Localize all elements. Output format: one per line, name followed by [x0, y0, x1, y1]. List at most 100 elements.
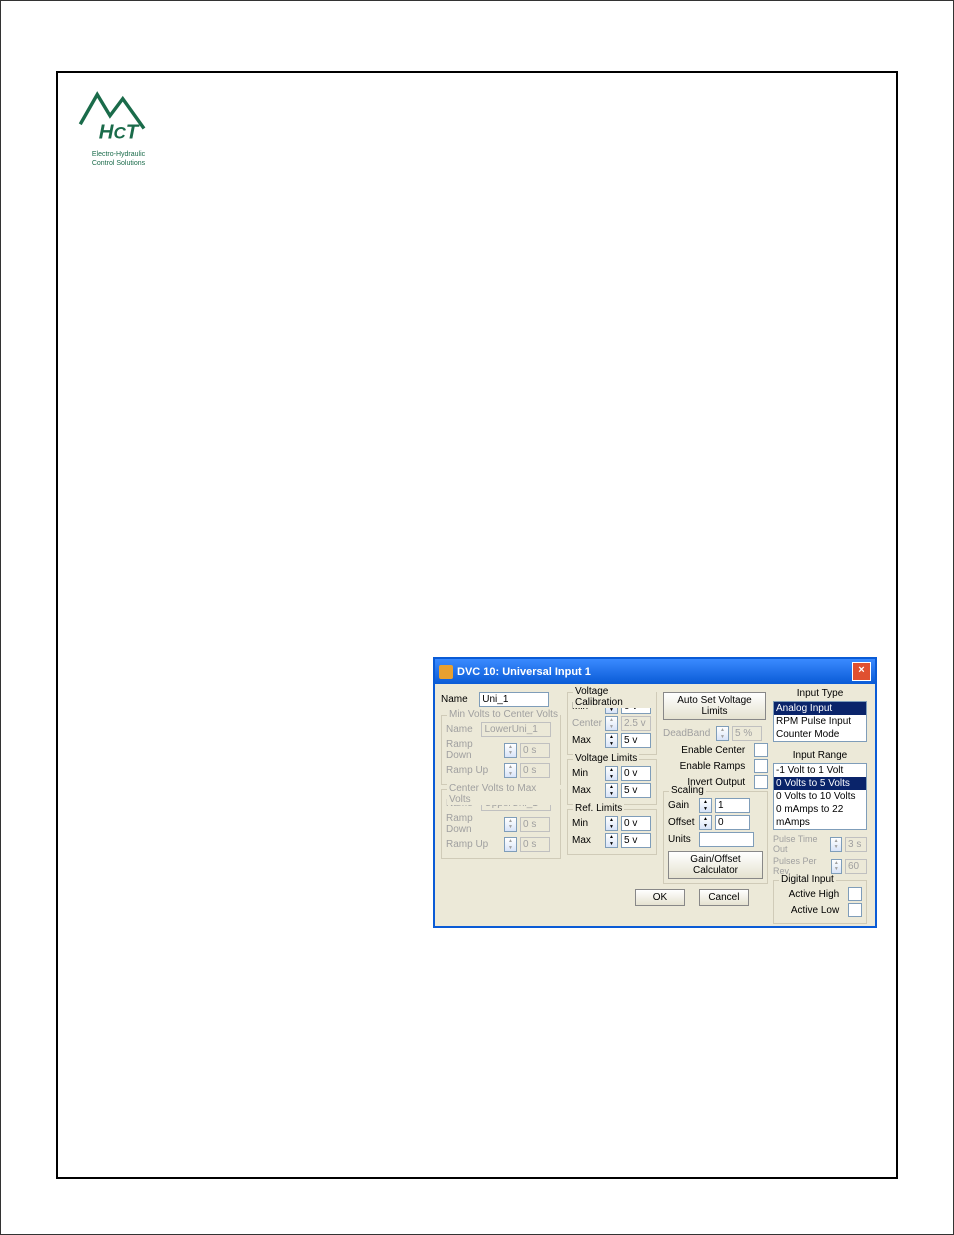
- spinner-icon: ▲▼: [830, 837, 842, 852]
- units-input[interactable]: [699, 832, 754, 847]
- voltage-calibration-group: Voltage Calibration Min▲▼ Center▲▼ Max▲▼: [567, 692, 657, 755]
- spinner-icon[interactable]: ▲▼: [605, 783, 618, 798]
- gain-input[interactable]: [715, 798, 750, 813]
- voltage-limits-group: Voltage Limits Min▲▼ Max▲▼: [567, 759, 657, 805]
- enable-ramps-checkbox[interactable]: [754, 759, 768, 773]
- vcal-center-input: [621, 716, 651, 731]
- vlim-min-label: Min: [572, 768, 602, 779]
- spinner-icon[interactable]: ▲▼: [605, 766, 618, 781]
- input-range-listbox[interactable]: -1 Volt to 1 Volt 0 Volts to 5 Volts 0 V…: [773, 763, 867, 830]
- universal-input-dialog: DVC 10: Universal Input 1 × Name Min Vol…: [433, 657, 877, 928]
- mc-name-label: Name: [446, 724, 473, 735]
- pulses-rev-input: [845, 859, 867, 874]
- input-range-item-0[interactable]: -1 Volt to 1 Volt: [774, 764, 866, 777]
- rlim-min-label: Min: [572, 818, 602, 829]
- name-input[interactable]: [479, 692, 549, 707]
- spinner-icon: ▲▼: [831, 859, 842, 874]
- active-high-label: Active High: [789, 889, 840, 900]
- pulse-timeout-input: [845, 837, 867, 852]
- mc-rampdown-input: [520, 743, 550, 758]
- units-label: Units: [668, 834, 696, 845]
- logo-tagline-2: Control Solutions: [76, 160, 161, 168]
- input-range-header: Input Range: [773, 750, 867, 761]
- active-low-label: Active Low: [791, 905, 839, 916]
- enable-ramps-label: Enable Ramps: [680, 761, 746, 772]
- active-low-checkbox[interactable]: [848, 903, 862, 917]
- spinner-icon[interactable]: ▲▼: [699, 815, 712, 830]
- vcal-max-input[interactable]: [621, 733, 651, 748]
- logo-tagline-1: Electro-Hydraulic: [76, 151, 161, 159]
- rlim-min-input[interactable]: [621, 816, 651, 831]
- vcal-center-label: Center: [572, 718, 602, 729]
- vlim-max-input[interactable]: [621, 783, 651, 798]
- min-center-legend: Min Volts to Center Volts: [447, 709, 560, 720]
- mc-rampup-label: Ramp Up: [446, 765, 501, 776]
- gain-offset-calc-button[interactable]: Gain/Offset Calculator: [668, 851, 763, 879]
- spinner-icon: ▲▼: [504, 763, 517, 778]
- spinner-icon[interactable]: ▲▼: [605, 816, 618, 831]
- pulses-rev-label: Pulses Per Rev.: [773, 856, 828, 876]
- scaling-legend: Scaling: [669, 785, 706, 796]
- scaling-group: Scaling Gain▲▼ Offset▲▼ Units Gain/Offse…: [663, 791, 768, 884]
- spinner-icon[interactable]: ▲▼: [699, 798, 712, 813]
- input-type-item-rpm[interactable]: RPM Pulse Input: [774, 715, 866, 728]
- ok-button[interactable]: OK: [635, 889, 685, 906]
- mc-rampdown-label: Ramp Down: [446, 739, 501, 761]
- spinner-icon[interactable]: ▲▼: [605, 833, 618, 848]
- cm-rampdown-input: [520, 817, 550, 832]
- page-border: [56, 71, 898, 1179]
- enable-center-checkbox[interactable]: [754, 743, 768, 757]
- close-button[interactable]: ×: [852, 662, 871, 681]
- input-range-item-2[interactable]: 0 Volts to 10 Volts: [774, 790, 866, 803]
- mc-name-input: [481, 722, 551, 737]
- hct-logo: HCT Electro-Hydraulic Control Solutions: [76, 86, 161, 168]
- cancel-button[interactable]: Cancel: [699, 889, 749, 906]
- dialog-titlebar[interactable]: DVC 10: Universal Input 1 ×: [435, 659, 875, 684]
- name-label: Name: [441, 694, 468, 705]
- mc-rampup-input: [520, 763, 550, 778]
- enable-center-label: Enable Center: [681, 745, 745, 756]
- rlim-max-label: Max: [572, 835, 602, 846]
- pulse-timeout-label: Pulse Time Out: [773, 834, 827, 854]
- auto-set-button[interactable]: Auto Set Voltage Limits: [663, 692, 766, 720]
- min-center-group: Min Volts to Center Volts Name Ramp Down…: [441, 715, 561, 785]
- cm-rampup-label: Ramp Up: [446, 839, 501, 850]
- ref-limits-group: Ref. Limits Min▲▼ Max▲▼: [567, 809, 657, 855]
- vlim-min-input[interactable]: [621, 766, 651, 781]
- vlim-max-label: Max: [572, 785, 602, 796]
- dialog-title: DVC 10: Universal Input 1: [457, 665, 591, 677]
- document-page: HCT Electro-Hydraulic Control Solutions …: [0, 0, 954, 1235]
- spinner-icon[interactable]: ▲▼: [605, 733, 618, 748]
- input-type-header: Input Type: [773, 688, 867, 699]
- invert-output-checkbox[interactable]: [754, 775, 768, 789]
- input-range-item-1[interactable]: 0 Volts to 5 Volts: [774, 777, 866, 790]
- rlim-max-input[interactable]: [621, 833, 651, 848]
- dialog-body: Name Min Volts to Center Volts Name Ramp…: [435, 684, 875, 926]
- input-range-item-3[interactable]: 0 mAmps to 22 mAmps: [774, 803, 866, 829]
- deadband-input: [732, 726, 762, 741]
- offset-input[interactable]: [715, 815, 750, 830]
- vcal-legend: Voltage Calibration: [573, 686, 656, 708]
- svg-text:HCT: HCT: [99, 122, 140, 144]
- center-max-legend: Center Volts to Max Volts: [447, 783, 560, 805]
- offset-label: Offset: [668, 817, 696, 828]
- deadband-label: DeadBand: [663, 728, 713, 739]
- spinner-icon: ▲▼: [504, 817, 517, 832]
- input-type-listbox[interactable]: Analog Input RPM Pulse Input Counter Mod…: [773, 701, 867, 742]
- input-type-item-analog[interactable]: Analog Input: [774, 702, 866, 715]
- spinner-icon: ▲▼: [716, 726, 729, 741]
- cm-rampup-input: [520, 837, 550, 852]
- spinner-icon: ▲▼: [605, 716, 618, 731]
- rlim-legend: Ref. Limits: [573, 803, 624, 814]
- digital-legend: Digital Input: [779, 874, 836, 885]
- input-type-item-counter[interactable]: Counter Mode: [774, 728, 866, 741]
- mountain-icon: HCT: [76, 86, 161, 146]
- vcal-max-label: Max: [572, 735, 602, 746]
- app-icon: [439, 665, 453, 679]
- spinner-icon: ▲▼: [504, 743, 517, 758]
- vlim-legend: Voltage Limits: [573, 753, 639, 764]
- active-high-checkbox[interactable]: [848, 887, 862, 901]
- cm-rampdown-label: Ramp Down: [446, 813, 501, 835]
- gain-label: Gain: [668, 800, 696, 811]
- spinner-icon: ▲▼: [504, 837, 517, 852]
